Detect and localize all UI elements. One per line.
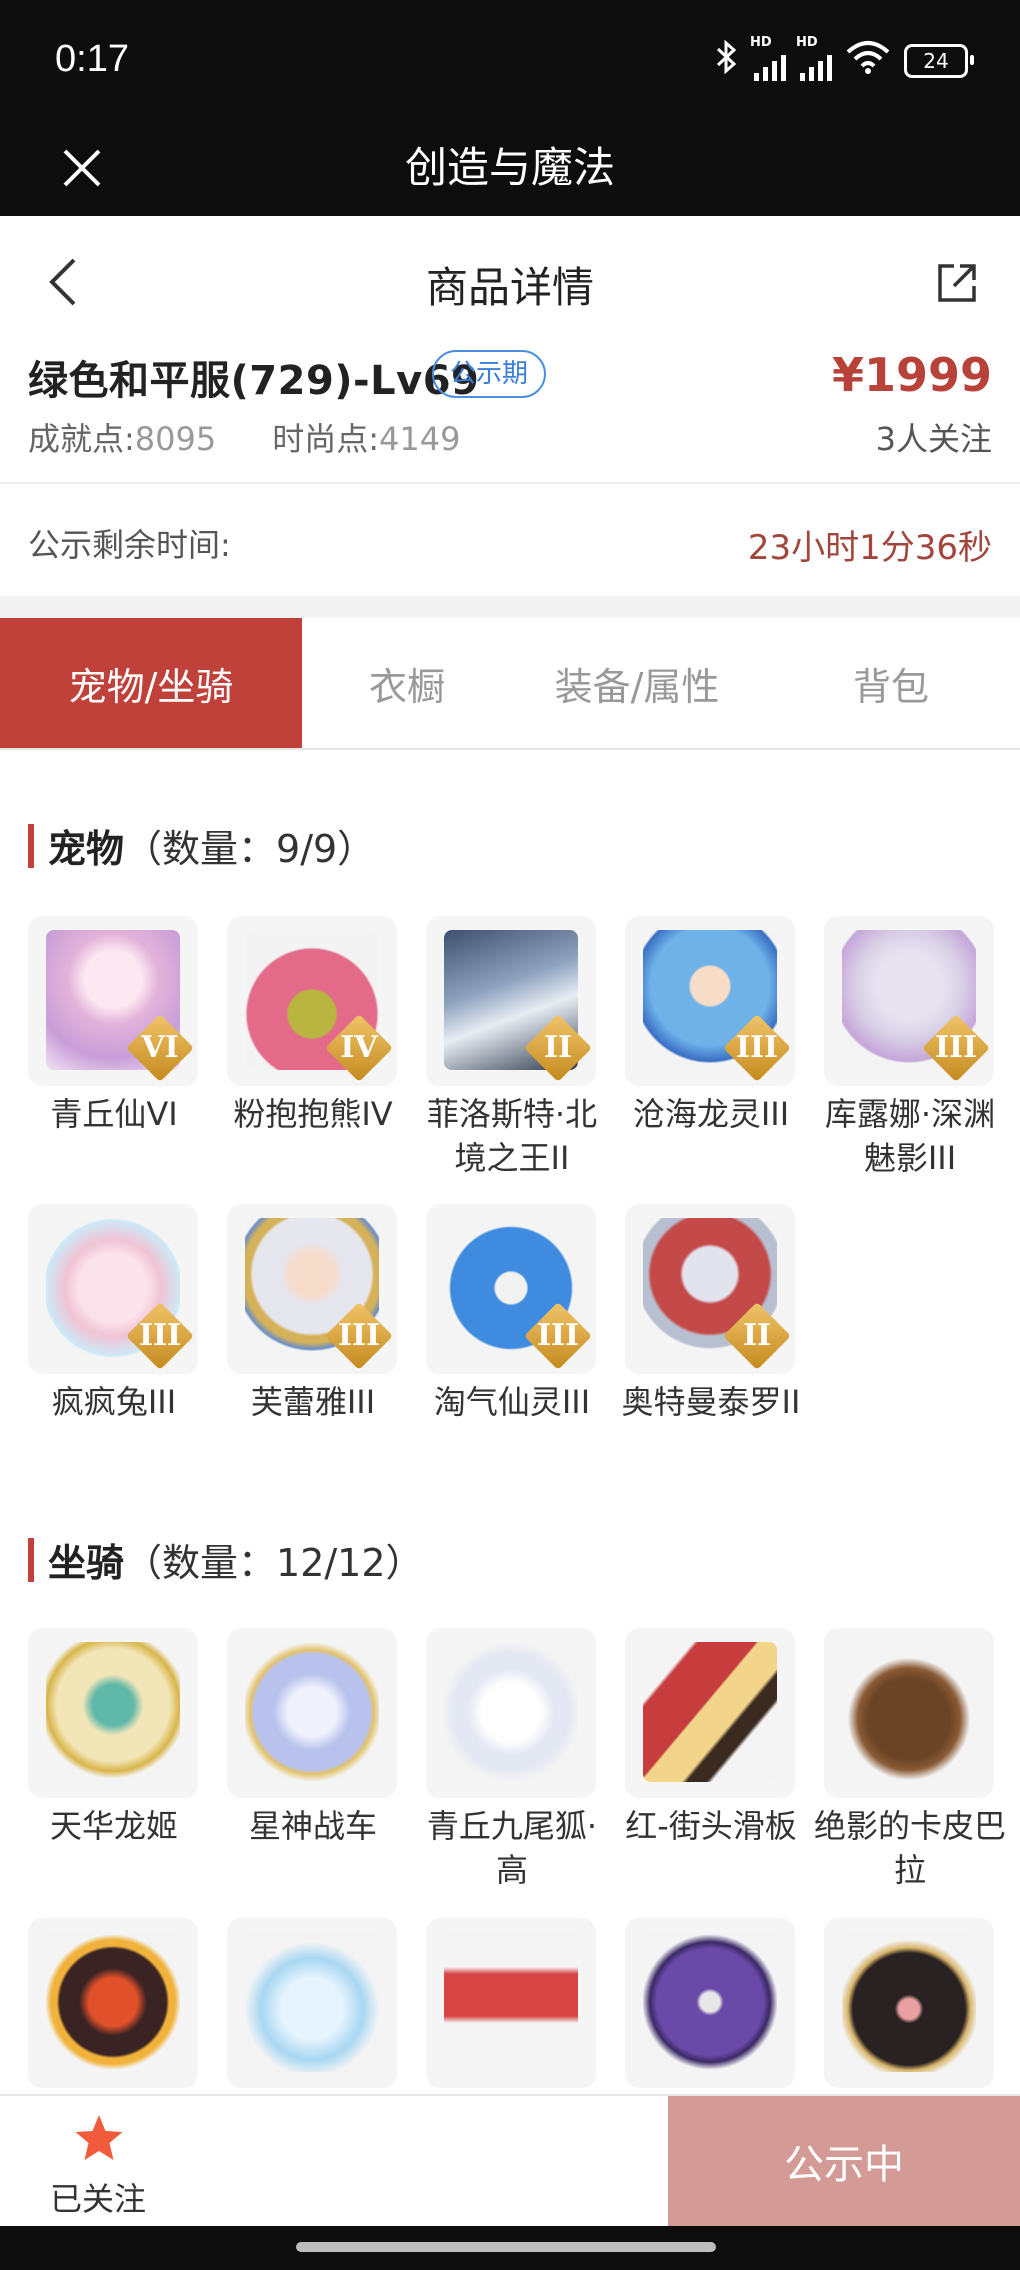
pet-name: 库露娜·深渊魅影III <box>824 1095 996 1177</box>
countdown-value: 23小时1分36秒 <box>747 528 992 568</box>
pets-section-title: 宠物 （数量：9/9） <box>28 818 375 873</box>
mount-item[interactable]: 天华龙姬 <box>28 1628 200 1848</box>
pet-thumbnail: III <box>227 1204 397 1374</box>
page-header: 商品详情 <box>0 216 1020 346</box>
tab-bar: 宠物/坐骑 衣橱 装备/属性 背包 <box>0 618 1020 750</box>
star-icon <box>75 2115 123 2160</box>
pet-item[interactable]: II 奥特曼泰罗II <box>622 1204 800 1424</box>
product-points: 成就点:8095 时尚点:4149 <box>28 414 460 460</box>
mount-name: 红-街头滑板 <box>625 1807 797 1845</box>
pet-thumbnail: II <box>625 1204 795 1374</box>
pet-item[interactable]: VI 青丘仙VI <box>28 916 200 1136</box>
pet-thumbnail: II <box>426 916 596 1086</box>
mounts-section-title: 坐骑 （数量：12/12） <box>28 1532 424 1587</box>
pet-item[interactable]: III 芙蕾雅III <box>227 1204 399 1424</box>
mount-name: 绝影的卡皮巴拉 <box>813 1807 1006 1889</box>
mount-item[interactable] <box>28 1918 200 2094</box>
bluetooth-icon <box>714 39 740 82</box>
pet-thumbnail: IV <box>227 916 397 1086</box>
follower-count: 3人关注 <box>875 420 992 458</box>
mount-item[interactable]: 红-街头滑板 <box>625 1628 797 1848</box>
pet-name: 菲洛斯特·北境之王II <box>426 1095 598 1177</box>
mount-item[interactable] <box>625 1918 797 2094</box>
pet-name: 沧海龙灵III <box>632 1095 790 1133</box>
status-button[interactable]: 公示中 <box>668 2096 1020 2226</box>
status-time: 0:17 <box>55 38 129 80</box>
follow-label: 已关注 <box>49 2180 146 2218</box>
divider <box>0 482 1020 484</box>
pet-item[interactable]: III 疯疯兔III <box>28 1204 200 1424</box>
pet-thumbnail: III <box>824 916 994 1086</box>
mount-thumbnail <box>28 1628 198 1798</box>
signal-1-icon: HD <box>750 35 786 81</box>
signal-2-icon: HD <box>796 35 832 81</box>
countdown-label: 公示剩余时间: <box>28 526 231 564</box>
battery-icon: 24 <box>904 44 974 78</box>
home-indicator[interactable] <box>296 2242 716 2252</box>
pet-item[interactable]: II 菲洛斯特·北境之王II <box>426 916 598 1180</box>
pet-item[interactable]: IV 粉抱抱熊IV <box>227 916 399 1136</box>
pet-name: 粉抱抱熊IV <box>233 1095 393 1133</box>
mount-thumbnail <box>625 1918 795 2088</box>
mount-thumbnail <box>426 1918 596 2088</box>
follow-button[interactable]: 已关注 <box>0 2096 196 2226</box>
system-nav-bar <box>0 2226 1020 2270</box>
achievement-points: 成就点:8095 <box>28 420 217 458</box>
share-icon[interactable] <box>934 260 980 306</box>
product-name: 绿色和平服(729)-Lv69 <box>28 358 480 404</box>
fashion-points: 时尚点:4149 <box>272 420 461 458</box>
mount-item[interactable] <box>426 1918 598 2094</box>
pet-thumbnail: III <box>426 1204 596 1374</box>
close-icon[interactable] <box>52 120 112 216</box>
status-bar: 0:17 HD HD 24 <box>0 0 1020 120</box>
pet-name: 淘气仙灵III <box>433 1383 591 1421</box>
section-marker <box>28 823 34 868</box>
app-title: 创造与魔法 <box>404 143 615 192</box>
mount-thumbnail <box>824 1918 994 2088</box>
mount-thumbnail <box>625 1628 795 1798</box>
app-bar: 创造与魔法 <box>0 120 1020 216</box>
tab-backpack[interactable]: 背包 <box>762 618 1020 748</box>
bottom-action-bar: 已关注 公示中 <box>0 2094 1020 2226</box>
mount-item[interactable] <box>227 1918 399 2094</box>
mount-item[interactable]: 绝影的卡皮巴拉 <box>814 1628 1006 1892</box>
mount-thumbnail <box>28 1918 198 2088</box>
page-title: 商品详情 <box>425 263 594 312</box>
mount-item[interactable]: 青丘九尾狐·高 <box>426 1628 598 1892</box>
section-separator <box>0 596 1020 618</box>
pet-item[interactable]: III 库露娜·深渊魅影III <box>824 916 996 1180</box>
mount-thumbnail <box>824 1628 994 1798</box>
mount-name: 星神战车 <box>248 1807 377 1845</box>
mount-name: 天华龙姬 <box>49 1807 178 1845</box>
mount-thumbnail <box>227 1628 397 1798</box>
pet-name: 芙蕾雅III <box>250 1383 376 1421</box>
product-price: ¥1999 <box>831 348 992 402</box>
mount-thumbnail <box>426 1628 596 1798</box>
pet-name: 奥特曼泰罗II <box>621 1383 801 1421</box>
pet-thumbnail: III <box>625 916 795 1086</box>
pet-name: 疯疯兔III <box>51 1383 177 1421</box>
tab-pets-mounts[interactable]: 宠物/坐骑 <box>0 618 302 748</box>
pet-name: 青丘仙VI <box>50 1095 178 1133</box>
status-badge: 公示期 <box>432 350 547 398</box>
pet-thumbnail: VI <box>28 916 198 1086</box>
wifi-icon <box>846 40 890 82</box>
mount-thumbnail <box>227 1918 397 2088</box>
pet-item[interactable]: III 沧海龙灵III <box>625 916 797 1136</box>
pet-item[interactable]: III 淘气仙灵III <box>426 1204 598 1424</box>
mount-name: 青丘九尾狐·高 <box>426 1807 598 1889</box>
mount-item[interactable] <box>824 1918 996 2094</box>
tab-wardrobe[interactable]: 衣橱 <box>302 618 512 748</box>
section-marker <box>28 1537 34 1582</box>
pet-thumbnail: III <box>28 1204 198 1374</box>
mount-item[interactable]: 星神战车 <box>227 1628 399 1848</box>
status-icons: HD HD 24 <box>714 35 974 82</box>
tab-equipment[interactable]: 装备/属性 <box>512 618 762 748</box>
